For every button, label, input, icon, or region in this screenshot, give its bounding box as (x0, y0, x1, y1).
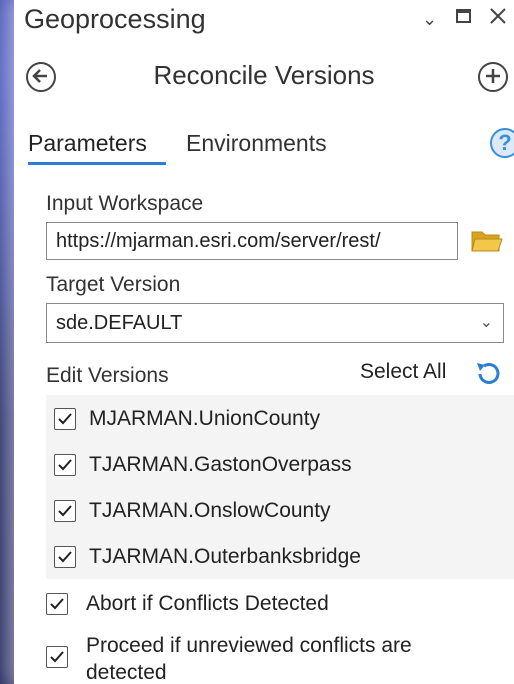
checkbox[interactable] (54, 454, 76, 476)
target-version-select[interactable]: sde.DEFAULT ⌄ (46, 303, 504, 343)
checkbox[interactable] (54, 546, 76, 568)
option-label: Abort if Conflicts Detected (86, 592, 329, 615)
checkbox[interactable] (46, 646, 68, 668)
tab-bar: Parameters Environments ? (14, 126, 514, 170)
tool-title: Reconcile Versions (153, 60, 375, 90)
refresh-icon[interactable] (472, 360, 504, 388)
plus-icon[interactable] (478, 62, 508, 92)
chevron-down-icon[interactable]: ⌄ (480, 304, 493, 342)
checkbox[interactable] (54, 500, 76, 522)
tool-header: Reconcile Versions (14, 50, 514, 104)
select-all-button[interactable]: Select All (360, 360, 446, 384)
target-version-label: Target Version (46, 273, 181, 296)
close-icon[interactable] (489, 7, 507, 30)
checkbox[interactable] (54, 408, 76, 430)
tab-parameters[interactable]: Parameters (28, 130, 147, 157)
input-workspace-label: Input Workspace (46, 192, 204, 215)
edit-versions-label: Edit Versions (46, 364, 169, 387)
pane-titlebar: Geoprocessing ⌄ (14, 0, 514, 44)
edit-versions-list: MJARMAN.UnionCounty TJARMAN.GastonOverpa… (46, 395, 514, 579)
target-version-value: sde.DEFAULT (56, 312, 183, 334)
version-label: TJARMAN.Outerbanksbridge (89, 545, 361, 568)
version-label: MJARMAN.UnionCounty (89, 407, 321, 430)
help-icon[interactable]: ? (490, 128, 514, 158)
checkbox[interactable] (46, 593, 68, 615)
version-label: TJARMAN.GastonOverpass (89, 453, 352, 476)
version-label: TJARMAN.OnslowCounty (89, 499, 331, 522)
active-tab-indicator (28, 162, 166, 165)
folder-icon[interactable] (471, 228, 503, 254)
tab-environments[interactable]: Environments (186, 130, 327, 157)
maximize-icon[interactable] (456, 8, 472, 29)
geoprocessing-pane: Geoprocessing ⌄ Reconcile Versions Param… (14, 0, 514, 684)
pane-title: Geoprocessing (24, 4, 206, 34)
input-workspace-field[interactable]: https://mjarman.esri.com/server/rest/ (46, 222, 458, 260)
option-label: Proceed if unreviewed conflicts are dete… (86, 634, 412, 684)
chevron-down-icon[interactable]: ⌄ (422, 9, 437, 30)
